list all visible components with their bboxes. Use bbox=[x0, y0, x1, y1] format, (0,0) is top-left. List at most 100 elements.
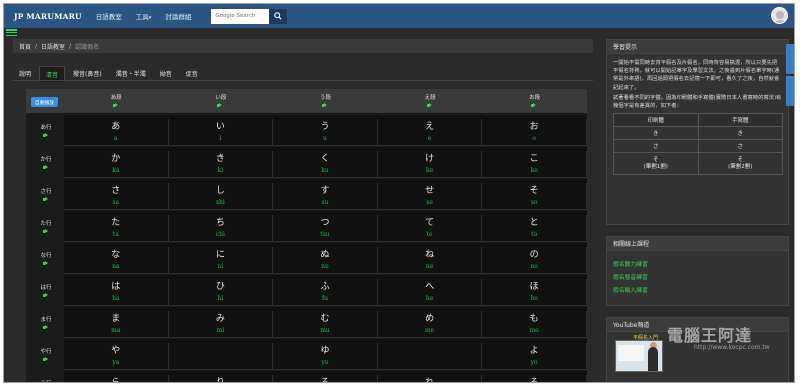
kana-cell[interactable]: り bbox=[169, 375, 274, 382]
kana-cell[interactable]: ふ fu bbox=[273, 279, 378, 306]
kana-cell[interactable]: き ki bbox=[169, 151, 274, 178]
kana-cell[interactable]: おo bbox=[482, 119, 587, 146]
link-listening-practice[interactable]: 假名聽力練習 bbox=[607, 251, 788, 268]
kana-char: ぬ bbox=[320, 250, 330, 260]
romaji-text: chi bbox=[215, 231, 225, 238]
row-header[interactable]: や行 bbox=[31, 347, 61, 364]
kana-cell[interactable]: け ke bbox=[378, 151, 483, 178]
kana-cell[interactable]: いi bbox=[169, 119, 274, 146]
column-header[interactable]: い段 bbox=[169, 93, 274, 110]
row-header[interactable]: た行 bbox=[31, 219, 61, 236]
auto-play-button[interactable]: 自動播放 bbox=[31, 97, 58, 107]
kana-char: な bbox=[111, 250, 121, 260]
kana-char: ゆ bbox=[320, 346, 330, 356]
kana-cell[interactable]: よ yo bbox=[482, 343, 587, 370]
kana-cell[interactable]: つ tsu bbox=[273, 215, 378, 242]
kana-cell[interactable]: ま ma bbox=[64, 311, 169, 338]
kana-char: と bbox=[529, 218, 539, 228]
kana-cell[interactable]: えe bbox=[378, 119, 483, 146]
kana-cell[interactable]: あa bbox=[64, 119, 169, 146]
side-tab-2[interactable] bbox=[786, 76, 794, 106]
youtube-video-thumbnail[interactable] bbox=[615, 340, 663, 372]
row-header[interactable]: さ行 bbox=[31, 187, 61, 204]
speaker-icon bbox=[42, 133, 50, 138]
kana-cell[interactable]: す su bbox=[273, 183, 378, 210]
kana-char: け bbox=[425, 154, 435, 164]
kana-cell[interactable] bbox=[378, 343, 483, 370]
romaji-text: sa bbox=[112, 199, 120, 206]
kana-cell[interactable]: ち chi bbox=[169, 215, 274, 242]
row-header[interactable]: な行 bbox=[31, 251, 61, 268]
row-header[interactable]: ま行 bbox=[31, 315, 61, 332]
kana-char: て bbox=[425, 218, 435, 228]
nav-link-forum[interactable]: 討論群組 bbox=[165, 11, 191, 21]
kana-cell[interactable]: た ta bbox=[64, 215, 169, 242]
kana-cell[interactable] bbox=[169, 343, 274, 370]
kana-char: あ bbox=[111, 122, 121, 132]
kana-cell[interactable]: に ni bbox=[169, 247, 274, 274]
kana-cell[interactable]: ろ bbox=[482, 375, 587, 382]
kana-cell[interactable]: め me bbox=[378, 311, 483, 338]
kana-cell[interactable]: こ ko bbox=[482, 151, 587, 178]
romaji-text: mi bbox=[216, 327, 225, 334]
breadcrumb-home[interactable]: 首頁 bbox=[19, 42, 31, 51]
kana-table-header: 自動播放 あ段 い段 う段 え段 お段 bbox=[26, 89, 587, 113]
youtube-thumb-caption: 平假名入門 bbox=[633, 335, 659, 341]
search-button[interactable] bbox=[269, 8, 288, 24]
kana-cell[interactable]: や ya bbox=[64, 343, 169, 370]
kana-cell[interactable]: か ka bbox=[64, 151, 169, 178]
menu-icon[interactable] bbox=[6, 28, 17, 37]
breadcrumb-separator: / bbox=[35, 42, 38, 50]
kana-cell[interactable]: し shi bbox=[169, 183, 274, 210]
search-input[interactable] bbox=[211, 8, 270, 24]
column-header[interactable]: あ段 bbox=[64, 93, 169, 110]
kana-cell[interactable]: ぬ nu bbox=[273, 247, 378, 274]
kana-cell[interactable]: て te bbox=[378, 215, 483, 242]
kana-cell[interactable]: る bbox=[273, 375, 378, 382]
link-pronunciation-practice[interactable]: 假名發音練習 bbox=[607, 268, 788, 281]
kana-char: ね bbox=[425, 250, 435, 260]
table-cell: そ (筆劃2劃) bbox=[697, 152, 783, 176]
column-header[interactable]: う段 bbox=[273, 93, 378, 110]
kana-cell[interactable]: ら bbox=[64, 375, 169, 382]
side-tab-1[interactable] bbox=[786, 44, 794, 74]
brand-logo[interactable]: JP MARUMARU bbox=[14, 12, 82, 21]
kana-cell[interactable]: ね ne bbox=[378, 247, 483, 274]
column-header[interactable]: お段 bbox=[482, 93, 587, 110]
kana-cell[interactable]: な na bbox=[64, 247, 169, 274]
kana-cell[interactable]: む mu bbox=[273, 311, 378, 338]
kana-cell[interactable]: と to bbox=[482, 215, 587, 242]
breadcrumb-classroom[interactable]: 日語教室 bbox=[41, 42, 65, 51]
kana-cell[interactable]: ゆ yu bbox=[273, 343, 378, 370]
row-header[interactable]: か行 bbox=[31, 155, 61, 172]
kana-cell[interactable]: み mi bbox=[169, 311, 274, 338]
row-header[interactable]: は行 bbox=[31, 283, 61, 300]
kana-cell[interactable]: ほ ho bbox=[482, 279, 587, 306]
nav-link-tools[interactable]: 工具▾ bbox=[136, 11, 152, 21]
kana-cell[interactable]: ひ hi bbox=[169, 279, 274, 306]
kana-cell[interactable]: の no bbox=[482, 247, 587, 274]
speaker-icon bbox=[42, 261, 50, 266]
nav-link-classroom[interactable]: 日語教室 bbox=[96, 11, 122, 21]
tip-panel: 學習提示 一開始不需同時去背平假名及片假名，同時背容易搞混，所以只要先把平假名背… bbox=[606, 39, 789, 225]
related-courses-panel: 相關線上課程 假名聽力練習 假名發音練習 假名輸入練習 bbox=[606, 236, 789, 306]
link-input-practice[interactable]: 假名輸入練習 bbox=[607, 281, 788, 294]
row-header[interactable]: あ行 bbox=[31, 123, 61, 140]
table-row: た ta ち chi つ tsu て te と to bbox=[64, 211, 587, 242]
column-header[interactable]: え段 bbox=[378, 93, 483, 110]
romaji-text: he bbox=[425, 295, 434, 302]
kana-cell[interactable]: さ sa bbox=[64, 183, 169, 210]
avatar[interactable] bbox=[771, 7, 788, 24]
kana-cell[interactable]: も mo bbox=[482, 311, 587, 338]
kana-cell[interactable]: うu bbox=[273, 119, 378, 146]
kana-cell[interactable]: く ku bbox=[273, 151, 378, 178]
row-header[interactable]: ら行 bbox=[31, 379, 61, 382]
row-header-label: ら行 bbox=[40, 381, 51, 382]
kana-cell[interactable]: れ bbox=[378, 375, 483, 382]
kana-cell[interactable]: へ he bbox=[378, 279, 483, 306]
kana-char: や bbox=[111, 346, 121, 356]
kana-cell[interactable]: は ha bbox=[64, 279, 169, 306]
kana-char: さ bbox=[111, 186, 121, 196]
kana-cell[interactable]: せ se bbox=[378, 183, 483, 210]
kana-cell[interactable]: そ so bbox=[482, 183, 587, 210]
